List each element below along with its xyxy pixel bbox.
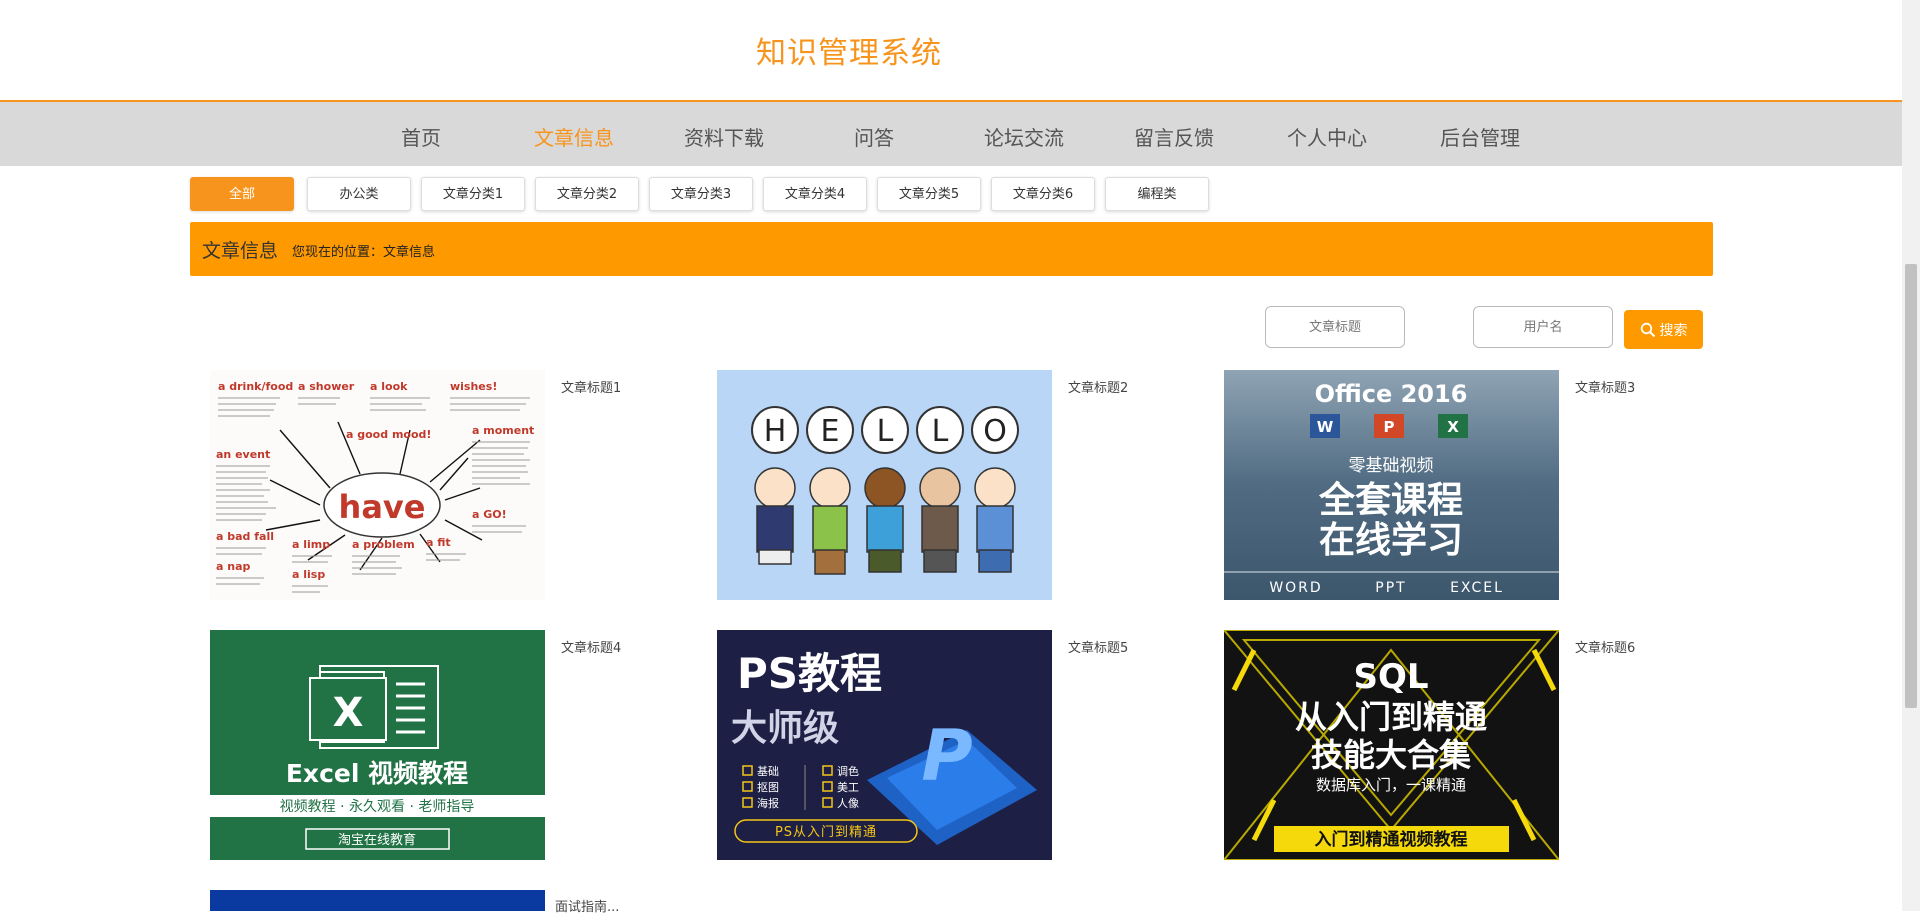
excel-app-icon: X [1447, 418, 1459, 436]
breadcrumb: 您现在的位置：文章信息 [292, 245, 436, 260]
thumbnail-6-subtitle: 数据库入门，一课精通 [1316, 776, 1466, 794]
thumbnail-1-word: a fit [426, 536, 451, 549]
thumbnail-1-word: a lisp [292, 568, 325, 581]
thumbnail-3-footer: EXCEL [1450, 580, 1504, 596]
article-thumbnail-2[interactable]: H E L L O [717, 370, 1052, 600]
nav-item-admin[interactable]: 后台管理 [1440, 122, 1520, 151]
category-3[interactable]: 文章分类3 [649, 177, 753, 211]
excel-logo-icon: X [333, 690, 364, 736]
thumbnail-1-word: a moment [472, 424, 534, 437]
thumbnail-2-letter: H [764, 414, 787, 449]
thumbnail-5-item: 人像 [837, 797, 859, 810]
thumbnail-6-heading: SQL [1353, 657, 1428, 697]
word-app-icon: W [1317, 418, 1334, 436]
thumbnail-5-item: 海报 [757, 796, 779, 810]
category-programming[interactable]: 编程类 [1105, 177, 1209, 211]
article-title[interactable]: 文章标题2 [1068, 377, 1128, 396]
article-title[interactable]: 文章标题5 [1068, 637, 1128, 656]
article-title[interactable]: 文章标题3 [1575, 377, 1635, 396]
thumbnail-1-word: a drink/food [218, 380, 293, 393]
article-title[interactable]: 面试指南... [555, 896, 619, 915]
svg-text:P: P [921, 715, 972, 797]
thumbnail-5-heading: PS教程 [737, 649, 882, 698]
article-title[interactable]: 文章标题4 [561, 637, 621, 656]
thumbnail-3-footer: PPT [1375, 580, 1406, 596]
nav-item-profile[interactable]: 个人中心 [1287, 122, 1367, 151]
category-4[interactable]: 文章分类4 [763, 177, 867, 211]
thumbnail-1-word: a problem [352, 538, 415, 551]
category-1[interactable]: 文章分类1 [421, 177, 525, 211]
search-button-label: 搜索 [1659, 322, 1688, 339]
category-5[interactable]: 文章分类5 [877, 177, 981, 211]
article-title-search-input[interactable] [1265, 306, 1405, 348]
search-button[interactable]: 搜索 [1624, 310, 1703, 349]
location-bar: 文章信息 您现在的位置：文章信息 [190, 222, 1713, 276]
thumbnail-1-word: wishes! [450, 380, 497, 393]
scrollbar-thumb[interactable] [1905, 264, 1917, 708]
nav-item-feedback[interactable]: 留言反馈 [1134, 122, 1214, 151]
nav-item-forum[interactable]: 论坛交流 [984, 122, 1064, 151]
thumbnail-1-word: a bad fall [216, 530, 274, 543]
nav-item-home[interactable]: 首页 [401, 122, 441, 151]
powerpoint-app-icon: P [1384, 418, 1395, 436]
thumbnail-1-word: a good mood! [346, 428, 431, 441]
section-title: 文章信息 [202, 240, 279, 262]
nav-item-qa[interactable]: 问答 [854, 122, 894, 151]
thumbnail-1-center-word: have [339, 488, 426, 526]
article-thumbnail-1[interactable]: have a drink/food a shower a look wishes… [210, 370, 545, 600]
thumbnail-6-line: 技能大合集 [1311, 736, 1471, 774]
thumbnail-4-footer: 淘宝在线教育 [338, 832, 416, 848]
thumbnail-3-line: 全套课程 [1318, 479, 1463, 521]
site-title: 知识管理系统 [756, 36, 942, 71]
thumbnail-5-item: 调色 [837, 764, 859, 778]
thumbnail-1-word: a shower [298, 380, 355, 393]
thumbnail-1-word: an event [216, 448, 270, 461]
nav-item-articles[interactable]: 文章信息 [534, 122, 614, 151]
article-thumbnail-7[interactable] [210, 890, 545, 911]
thumbnail-1-word: a limp [292, 538, 330, 551]
main-nav: 首页 文章信息 资料下载 问答 论坛交流 留言反馈 个人中心 后台管理 [0, 100, 1902, 166]
article-thumbnail-5[interactable]: P PS教程 大师级 基础 调色 抠图 美工 海报 人像 PS从入门到精通 [717, 630, 1052, 860]
thumbnail-2-letter: E [821, 414, 840, 449]
article-title[interactable]: 文章标题6 [1575, 637, 1635, 656]
thumbnail-4-heading: Excel 视频教程 [286, 759, 468, 788]
category-2[interactable]: 文章分类2 [535, 177, 639, 211]
thumbnail-5-item: 抠图 [757, 780, 779, 794]
article-thumbnail-6[interactable]: SQL 从入门到精通 技能大合集 数据库入门，一课精通 入门到精通视频教程 [1224, 630, 1559, 860]
category-all[interactable]: 全部 [190, 177, 294, 211]
thumbnail-5-subtitle: 大师级 [731, 708, 839, 749]
thumbnail-1-word: a look [370, 380, 408, 393]
thumbnail-3-line: 在线学习 [1319, 519, 1463, 561]
thumbnail-2-letter: L [877, 414, 894, 449]
article-thumbnail-4[interactable]: X Excel 视频教程 视频教程 · 永久观看 · 老师指导 淘宝在线教育 [210, 630, 545, 860]
thumbnail-6-footer: 入门到精通视频教程 [1315, 829, 1468, 850]
thumbnail-3-footer: WORD [1269, 580, 1322, 596]
thumbnail-4-subtitle: 视频教程 · 永久观看 · 老师指导 [280, 799, 475, 815]
thumbnail-5-item: 美工 [837, 781, 859, 794]
category-6[interactable]: 文章分类6 [991, 177, 1095, 211]
nav-item-downloads[interactable]: 资料下载 [684, 122, 764, 151]
thumbnail-5-item: 基础 [757, 765, 779, 778]
thumbnail-3-subtitle: 零基础视频 [1349, 456, 1434, 476]
thumbnail-2-letter: O [983, 414, 1007, 449]
search-icon [1640, 322, 1655, 337]
username-search-input[interactable] [1473, 306, 1613, 348]
thumbnail-3-heading: Office 2016 [1315, 380, 1468, 408]
thumbnail-2-letter: L [932, 414, 949, 449]
article-title[interactable]: 文章标题1 [561, 377, 621, 396]
thumbnail-6-line: 从入门到精通 [1295, 698, 1487, 736]
category-office[interactable]: 办公类 [307, 177, 411, 211]
article-thumbnail-3[interactable]: Office 2016 W P X 零基础视频 全套课程 在线学习 WORD P… [1224, 370, 1559, 600]
thumbnail-1-word: a GO! [472, 508, 507, 521]
thumbnail-5-footer: PS从入门到精通 [775, 825, 877, 840]
thumbnail-1-word: a nap [216, 560, 251, 573]
